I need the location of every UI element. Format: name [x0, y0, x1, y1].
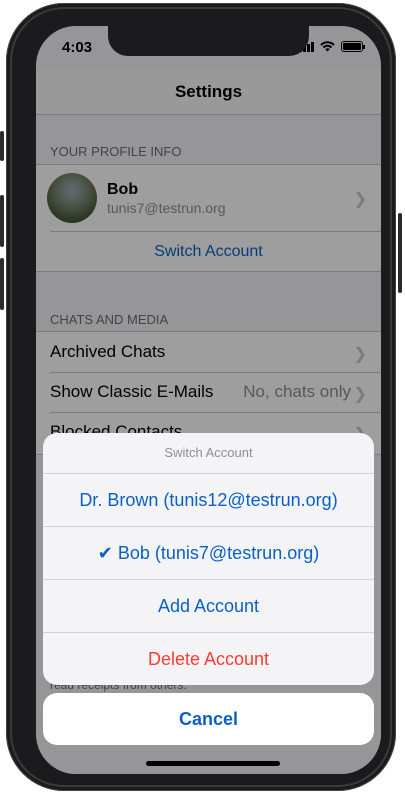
account-option-dr-brown[interactable]: Dr. Brown (tunis12@testrun.org): [43, 474, 374, 527]
screen: 4:03 Settings YOUR PROFILE INFO Bob tuni…: [36, 26, 381, 774]
phone-frame: 4:03 Settings YOUR PROFILE INFO Bob tuni…: [0, 3, 402, 791]
home-indicator: [146, 761, 280, 766]
cancel-button[interactable]: Cancel: [43, 693, 374, 745]
mute-switch: [0, 131, 4, 161]
status-time: 4:03: [62, 39, 93, 56]
battery-icon: [341, 41, 365, 52]
power-button: [398, 213, 402, 293]
action-sheet: Switch Account Dr. Brown (tunis12@testru…: [43, 433, 374, 685]
volume-up-button: [0, 195, 4, 247]
notch: [108, 26, 309, 56]
wifi-icon: [320, 41, 335, 52]
action-sheet-title: Switch Account: [43, 433, 374, 474]
account-option-bob-selected[interactable]: ✔ Bob (tunis7@testrun.org): [43, 527, 374, 580]
delete-account-button[interactable]: Delete Account: [43, 633, 374, 685]
status-icons: [299, 41, 365, 52]
add-account-button[interactable]: Add Account: [43, 580, 374, 633]
volume-down-button: [0, 258, 4, 310]
